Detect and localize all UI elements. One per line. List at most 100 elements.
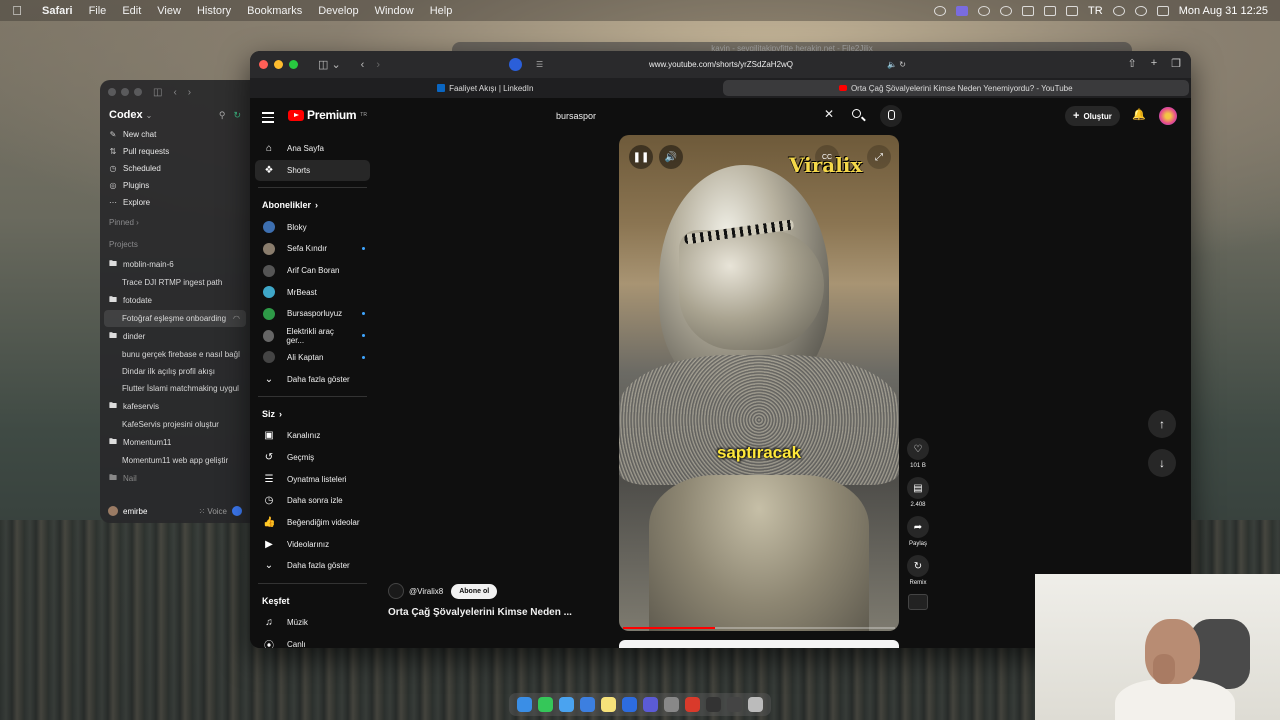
menu-history[interactable]: History bbox=[189, 5, 239, 17]
menu-develop[interactable]: Develop bbox=[310, 5, 366, 17]
search-input[interactable]: bursaspor bbox=[546, 104, 841, 128]
search-icon[interactable]: ⚲ bbox=[219, 110, 226, 121]
terminal-icon[interactable] bbox=[706, 697, 721, 712]
codex-scheduled[interactable]: ◷ Scheduled bbox=[100, 160, 250, 177]
menu-bookmarks[interactable]: Bookmarks bbox=[239, 5, 310, 17]
shorts-video-player[interactable]: ❚❚ 🔊 CC ⤢ Viralix saptıracak bbox=[619, 135, 899, 631]
safari-icon[interactable] bbox=[559, 697, 574, 712]
menu-bar-clock[interactable]: Mon Aug 31 12:25 bbox=[1179, 5, 1268, 17]
voice-button[interactable]: ⁙ Voice bbox=[198, 507, 227, 516]
tab-youtube[interactable]: Orta Çağ Şövalyelerini Kimse Neden Yenem… bbox=[722, 80, 1189, 96]
menu-icon[interactable] bbox=[262, 112, 274, 126]
comments-button[interactable]: ▤ bbox=[907, 477, 929, 499]
status-app-icon[interactable] bbox=[934, 5, 947, 16]
menu-view[interactable]: View bbox=[149, 5, 189, 17]
screenshot-icon[interactable] bbox=[727, 697, 742, 712]
remix-button[interactable]: ↻ bbox=[907, 555, 929, 577]
codex-app-name[interactable]: Codex bbox=[109, 109, 143, 121]
create-button[interactable]: + Oluştur bbox=[1065, 106, 1120, 126]
subscribe-button[interactable]: Abone ol bbox=[451, 583, 498, 599]
mail-icon[interactable] bbox=[580, 697, 595, 712]
codex-minimize-button[interactable] bbox=[121, 88, 129, 96]
avatar[interactable] bbox=[1159, 107, 1177, 125]
status-extension-icon[interactable] bbox=[978, 5, 991, 16]
video-progress-bar[interactable] bbox=[623, 627, 895, 629]
guide-item-music[interactable]: ♫ Müzik bbox=[250, 612, 375, 634]
thread-item[interactable]: KafeServis projesini oluştur bbox=[100, 416, 250, 433]
pause-button[interactable]: ❚❚ bbox=[629, 145, 653, 169]
address-bar[interactable]: ☰ www.youtube.com/shorts/yrZSdZaH2wQ 🔈 ↻ bbox=[530, 56, 912, 73]
project-folder[interactable]: 🖿 moblin-main-6 bbox=[100, 255, 250, 274]
sidebar-toggle-icon[interactable]: ◫ ⌄ bbox=[312, 58, 347, 71]
show-more-you[interactable]: ⌄ Daha fazla göster bbox=[250, 555, 375, 577]
messages-icon[interactable] bbox=[538, 697, 553, 712]
subscription-item[interactable]: Sefa Kındır bbox=[250, 238, 375, 260]
app-store-icon[interactable] bbox=[622, 697, 637, 712]
clear-search-icon[interactable]: ✕ bbox=[824, 107, 834, 121]
battery-icon[interactable] bbox=[1066, 5, 1079, 16]
guide-item-liked-videos[interactable]: 👍 Beğendiğim videolar bbox=[250, 512, 375, 534]
like-button[interactable]: ♡ bbox=[907, 438, 929, 460]
menu-window[interactable]: Window bbox=[367, 5, 422, 17]
filezilla-icon[interactable] bbox=[685, 697, 700, 712]
you-heading[interactable]: Siz › bbox=[250, 403, 375, 425]
project-folder[interactable]: 🖿 Momentum11 bbox=[100, 433, 250, 452]
spotlight-icon[interactable] bbox=[1134, 5, 1147, 16]
share-icon[interactable]: ⇧ bbox=[1127, 57, 1136, 70]
guide-item-live[interactable]: ⦿ Canlı bbox=[250, 633, 375, 648]
refresh-icon[interactable]: ↻ bbox=[233, 110, 241, 121]
share-button[interactable]: ➦ bbox=[907, 516, 929, 538]
screen-record-icon[interactable] bbox=[956, 5, 969, 16]
search-button[interactable] bbox=[847, 104, 871, 128]
project-folder[interactable]: 🖿 fotodate bbox=[100, 291, 250, 310]
pinned-section[interactable]: Pinned › bbox=[100, 211, 250, 233]
thread-item[interactable]: Trace DJI RTMP ingest path bbox=[100, 274, 250, 291]
guide-item-home[interactable]: ⌂ Ana Sayfa bbox=[250, 138, 375, 160]
video-title[interactable]: Orta Çağ Şövalyelerini Kimse Neden ... bbox=[388, 607, 628, 618]
forward-icon[interactable]: › bbox=[188, 87, 191, 98]
fullscreen-button[interactable]: ⤢ bbox=[867, 145, 891, 169]
wifi-icon[interactable] bbox=[1112, 5, 1125, 16]
forward-icon[interactable]: › bbox=[370, 59, 386, 71]
menu-help[interactable]: Help bbox=[422, 5, 461, 17]
subscriptions-heading[interactable]: Abonelikler › bbox=[250, 194, 375, 216]
input-language[interactable]: TR bbox=[1088, 5, 1103, 17]
thread-item[interactable]: Momentum11 web app geliştir bbox=[100, 452, 250, 469]
minimize-window-button[interactable] bbox=[274, 60, 283, 69]
chevron-down-icon[interactable]: ⌄ bbox=[146, 111, 153, 120]
avatar[interactable] bbox=[108, 506, 118, 516]
menu-app-name[interactable]: Safari bbox=[34, 5, 81, 17]
codex-close-button[interactable] bbox=[108, 88, 116, 96]
back-icon[interactable]: ‹ bbox=[355, 59, 371, 71]
apple-menu-icon[interactable]:  bbox=[0, 3, 34, 18]
menu-edit[interactable]: Edit bbox=[114, 5, 149, 17]
settings-icon[interactable] bbox=[664, 697, 679, 712]
audio-playing-icon[interactable]: 🔈 ↻ bbox=[887, 60, 906, 69]
guide-item-playlists[interactable]: ☰ Oynatma listeleri bbox=[250, 468, 375, 490]
back-icon[interactable]: ‹ bbox=[173, 87, 176, 98]
project-folder[interactable]: 🖿 Nail bbox=[100, 469, 250, 488]
subscription-item[interactable]: Bloky bbox=[250, 216, 375, 238]
codex-username[interactable]: emirbe bbox=[123, 507, 147, 516]
channel-avatar[interactable] bbox=[388, 583, 404, 599]
subscription-item[interactable]: Ali Kaptan bbox=[250, 347, 375, 369]
tab-linkedin[interactable]: Faaliyet Akışı | LinkedIn bbox=[252, 80, 719, 96]
extension-icon[interactable] bbox=[509, 58, 522, 71]
previous-short-button[interactable]: ↑ bbox=[1148, 410, 1176, 438]
next-short-preview[interactable] bbox=[619, 640, 899, 648]
thread-item[interactable]: Flutter İslami matchmaking uygul bbox=[100, 380, 250, 397]
zoom-window-button[interactable] bbox=[289, 60, 298, 69]
play-status-icon[interactable] bbox=[1000, 5, 1013, 16]
sidebar-toggle-icon[interactable]: ◫ bbox=[153, 87, 162, 98]
youtube-logo[interactable]: Premium TR bbox=[288, 108, 367, 122]
guide-item-watch-later[interactable]: ◷ Daha sonra izle bbox=[250, 490, 375, 512]
audio-track-thumbnail[interactable] bbox=[908, 594, 928, 610]
project-folder[interactable]: 🖿 kafeservis bbox=[100, 397, 250, 416]
notifications-bell-icon[interactable]: 🔔 bbox=[1132, 108, 1146, 121]
channel-handle[interactable]: @Viralix8 bbox=[409, 587, 443, 596]
control-center-icon[interactable] bbox=[1156, 5, 1169, 16]
codex-zoom-button[interactable] bbox=[134, 88, 142, 96]
display-icon[interactable] bbox=[1022, 5, 1035, 16]
next-short-button[interactable]: ↓ bbox=[1148, 449, 1176, 477]
codex-pull-requests[interactable]: ⇅ Pull requests bbox=[100, 143, 250, 160]
